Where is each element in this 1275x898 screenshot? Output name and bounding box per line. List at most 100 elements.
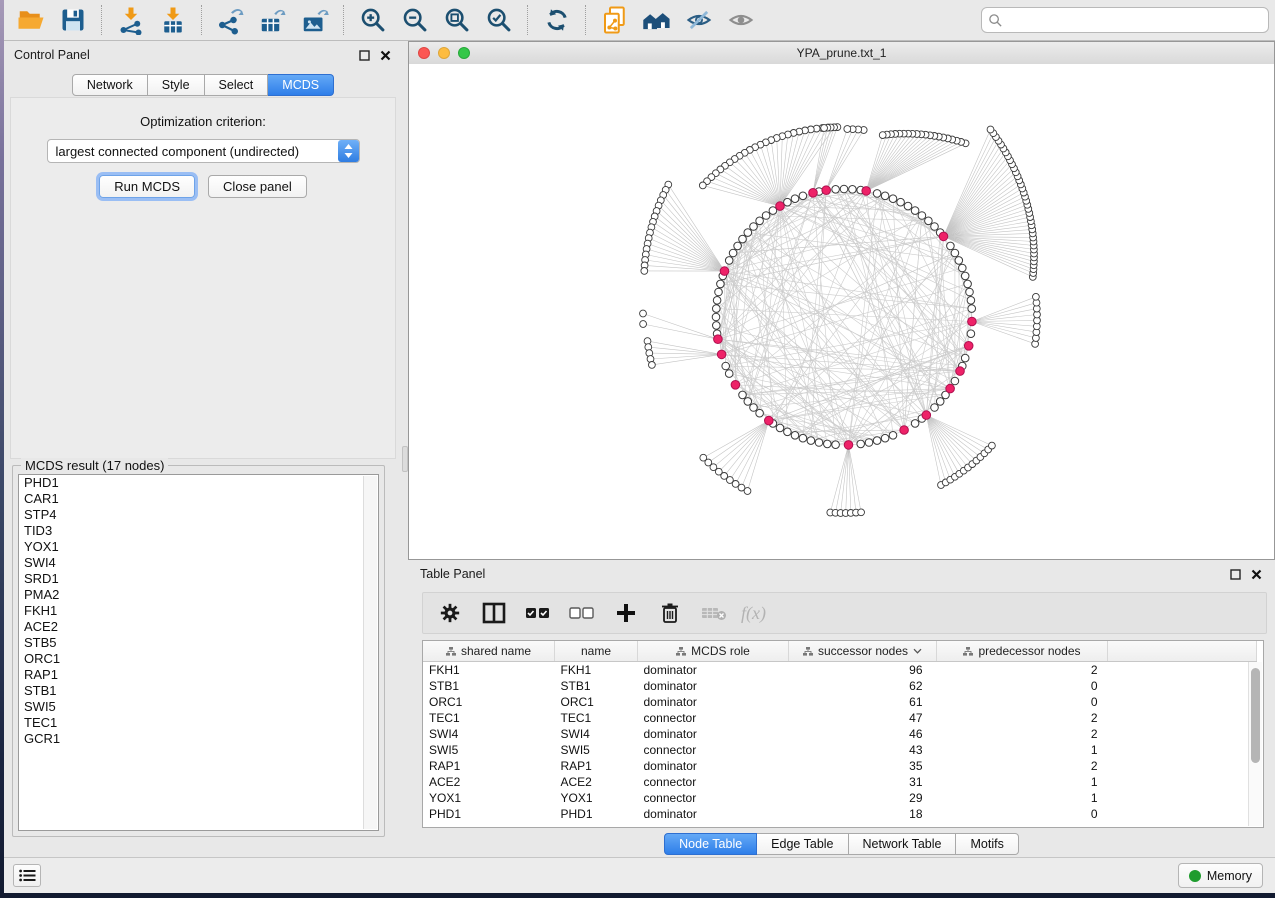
column-header-shared-name[interactable]: shared name [423,641,555,662]
close-panel-button[interactable]: Close panel [208,175,307,198]
shared-name-cell: SWI5 [423,742,555,758]
mcds-result-item[interactable]: STB1 [19,683,378,699]
table-scrollbar-thumb[interactable] [1251,668,1260,763]
filler-cell [1108,774,1257,790]
mcds-result-item[interactable]: TEC1 [19,715,378,731]
node-table-grid: shared namenameMCDS rolesuccessor nodesp… [423,641,1257,822]
mcds-result-item[interactable]: STB5 [19,635,378,651]
select-all-icon[interactable] [521,596,555,630]
successor-nodes-cell: 35 [789,758,937,774]
zoom-fit-icon[interactable] [436,2,478,38]
float-panel-icon[interactable] [358,49,371,62]
float-table-panel-icon[interactable] [1229,568,1242,581]
duplicate-network-icon[interactable] [594,2,636,38]
successor-nodes-cell: 46 [789,726,937,742]
columns-icon[interactable] [477,596,511,630]
deselect-all-icon[interactable] [565,596,599,630]
column-header-mcds-role[interactable]: MCDS role [638,641,789,662]
export-network-icon[interactable] [210,2,252,38]
mcds-result-item[interactable]: SWI4 [19,555,378,571]
mcds-role-cell: connector [638,742,789,758]
mcds-result-item[interactable]: CAR1 [19,491,378,507]
table-row[interactable]: PHD1PHD1dominator180 [423,806,1257,822]
tab-network[interactable]: Network [72,74,148,96]
tab-select[interactable]: Select [205,74,269,96]
successor-nodes-cell: 29 [789,790,937,806]
hide-selected-icon[interactable] [678,2,720,38]
show-all-icon[interactable] [720,2,762,38]
gear-icon[interactable] [433,596,467,630]
mcds-result-item[interactable]: SRD1 [19,571,378,587]
table-row[interactable]: ORC1ORC1dominator610 [423,694,1257,710]
export-image-icon[interactable] [294,2,336,38]
maximize-window-icon[interactable] [458,47,470,59]
table-row[interactable]: STB1STB1dominator620 [423,678,1257,694]
tab-network-table[interactable]: Network Table [849,833,957,855]
zoom-in-icon[interactable] [352,2,394,38]
mcds-result-list[interactable]: PHD1CAR1STP4TID3YOX1SWI4SRD1PMA2FKH1ACE2… [18,474,379,831]
mcds-result-item[interactable]: STP4 [19,507,378,523]
search-input[interactable] [1003,12,1262,28]
run-mcds-button[interactable]: Run MCDS [99,175,195,198]
mcds-result-item[interactable]: PHD1 [19,475,378,491]
zoom-out-icon[interactable] [394,2,436,38]
tab-motifs[interactable]: Motifs [956,833,1018,855]
tab-node-table[interactable]: Node Table [664,833,757,855]
optimization-criterion-label: Optimization criterion: [11,114,395,129]
table-row[interactable]: ACE2ACE2connector311 [423,774,1257,790]
column-header-name[interactable]: name [555,641,638,662]
table-row[interactable]: FKH1FKH1dominator962 [423,662,1257,679]
mcds-result-item[interactable]: YOX1 [19,539,378,555]
mcds-result-item[interactable]: ORC1 [19,651,378,667]
minimize-window-icon[interactable] [438,47,450,59]
import-network-icon[interactable] [110,2,152,38]
mcds-result-item[interactable]: RAP1 [19,667,378,683]
mcds-result-item[interactable]: SWI5 [19,699,378,715]
add-icon[interactable] [609,596,643,630]
mcds-result-item[interactable]: FKH1 [19,603,378,619]
predecessor-nodes-cell: 2 [937,662,1108,679]
close-table-panel-icon[interactable] [1250,568,1263,581]
export-table-icon[interactable] [252,2,294,38]
mcds-result-item[interactable]: ACE2 [19,619,378,635]
tab-mcds[interactable]: MCDS [268,74,334,96]
search-box[interactable] [981,7,1269,33]
save-icon[interactable] [52,2,94,38]
table-row[interactable]: YOX1YOX1connector291 [423,790,1257,806]
zoom-selected-icon[interactable] [478,2,520,38]
select-spinner-icon [338,140,359,162]
close-panel-icon[interactable] [379,49,392,62]
mcds-result-item[interactable]: PMA2 [19,587,378,603]
import-table-icon[interactable] [152,2,194,38]
column-header-predecessor-nodes[interactable]: predecessor nodes [937,641,1108,662]
table-scrollbar[interactable] [1248,662,1262,826]
network-window-titlebar: YPA_prune.txt_1 [409,42,1274,65]
table-row[interactable]: TEC1TEC1connector472 [423,710,1257,726]
filler-cell [1108,710,1257,726]
first-neighbors-icon[interactable] [636,2,678,38]
network-title: YPA_prune.txt_1 [797,46,887,60]
result-list-scrollbar[interactable] [363,476,377,829]
tab-style[interactable]: Style [148,74,205,96]
task-history-icon[interactable] [13,864,41,887]
close-window-icon[interactable] [418,47,430,59]
mcds-result-item[interactable]: TID3 [19,523,378,539]
function-builder-icon: f(x) [741,603,766,624]
criterion-selected-value: largest connected component (undirected) [48,144,338,159]
clear-table-icon [697,596,731,630]
network-canvas[interactable] [409,64,1274,559]
open-folder-icon[interactable] [10,2,52,38]
refresh-icon[interactable] [536,2,578,38]
table-row[interactable]: SWI5SWI5connector431 [423,742,1257,758]
column-header-filler [1108,641,1257,662]
tab-edge-table[interactable]: Edge Table [757,833,848,855]
table-row[interactable]: SWI4SWI4dominator462 [423,726,1257,742]
table-row[interactable]: RAP1RAP1dominator352 [423,758,1257,774]
column-header-successor-nodes[interactable]: successor nodes [789,641,937,662]
mcds-result-item[interactable]: GCR1 [19,731,378,747]
delete-icon[interactable] [653,596,687,630]
criterion-select[interactable]: largest connected component (undirected) [47,139,360,163]
shared-name-cell: YOX1 [423,790,555,806]
memory-button[interactable]: Memory [1178,863,1263,888]
main-toolbar [4,0,1275,41]
